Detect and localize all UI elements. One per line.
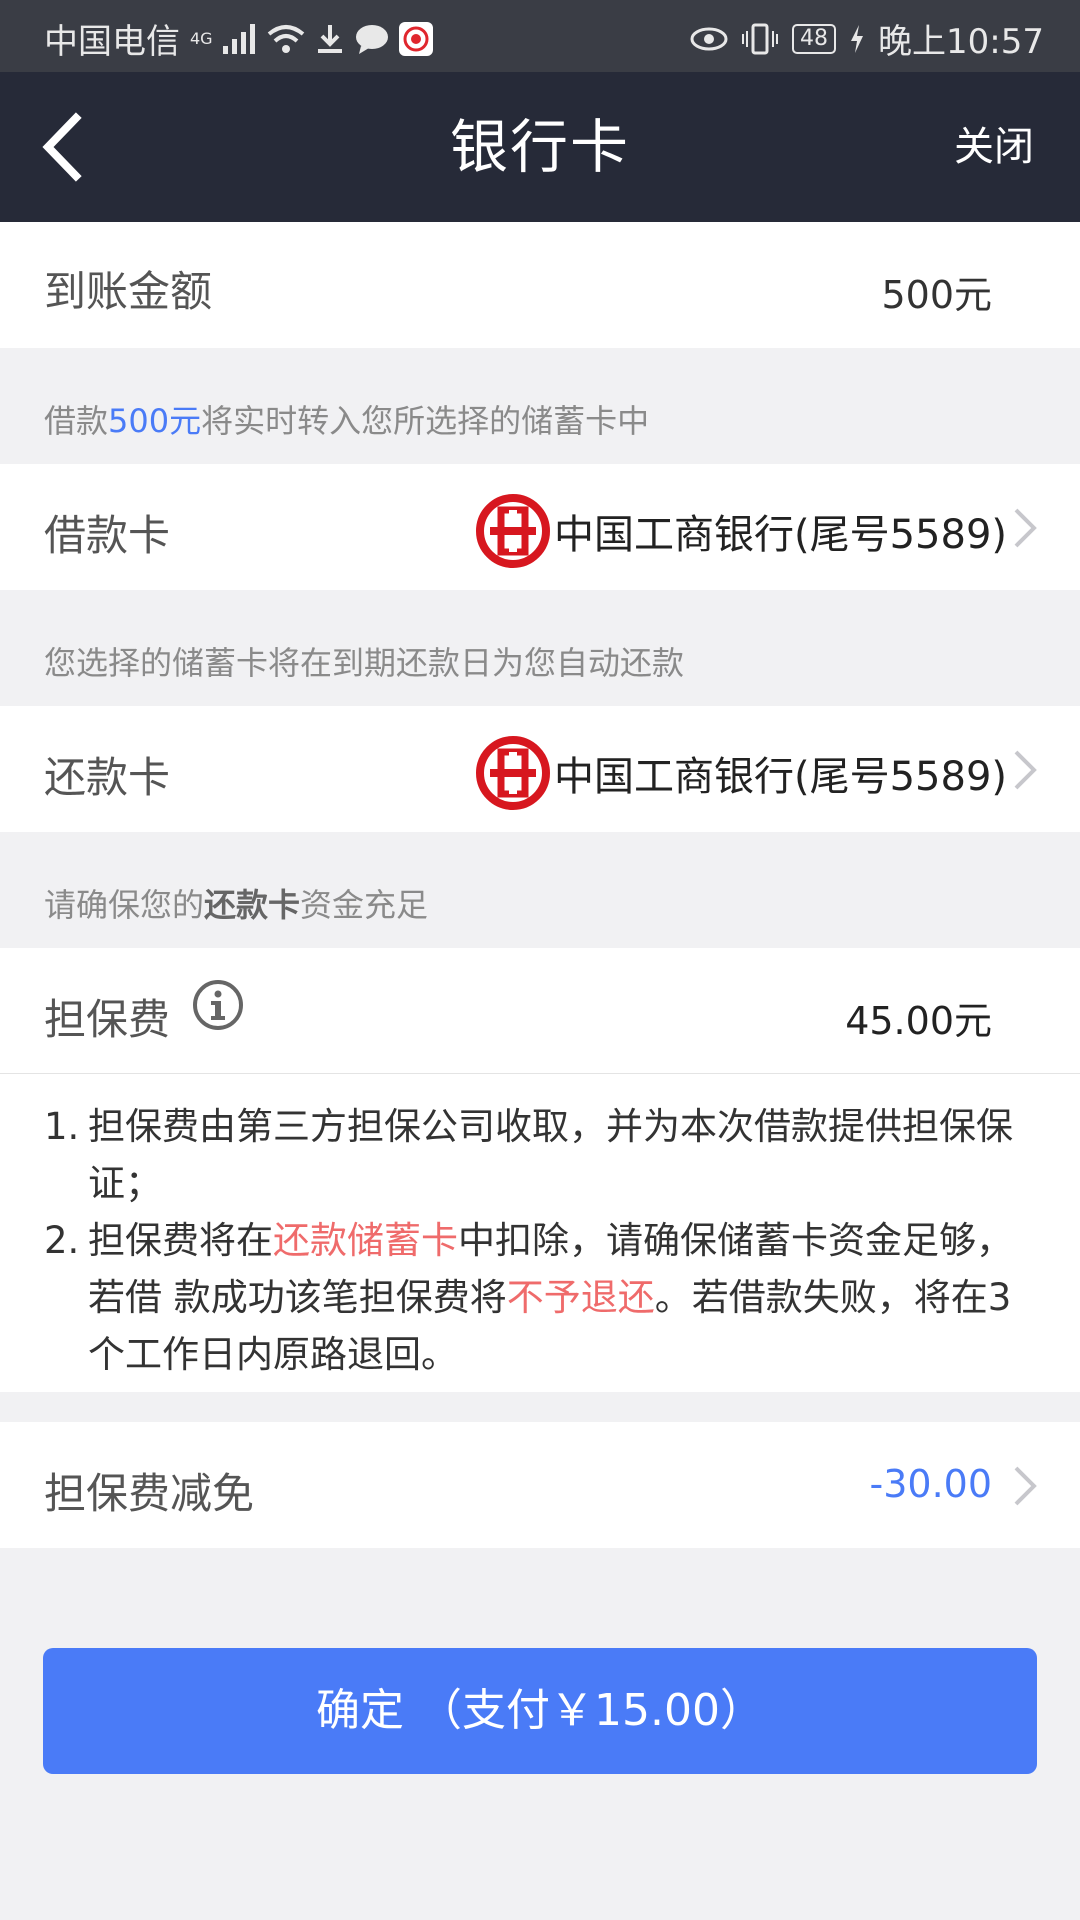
battery-level: 48 <box>792 23 837 54</box>
confirm-pay-button[interactable]: 确定 （支付￥15.00） <box>43 1648 1037 1774</box>
amount-row: 到账金额 500元 <box>0 222 1080 348</box>
chevron-right-icon <box>1014 508 1037 548</box>
info-icon[interactable] <box>192 979 244 1031</box>
transfer-amount-highlight: 500元 <box>108 402 202 440</box>
repay-note: 您选择的储蓄卡将在到期还款日为您自动还款 <box>44 644 685 682</box>
charging-icon <box>850 24 864 53</box>
repay-card-label: 还款卡 <box>44 753 171 802</box>
guarantee-fee-value: 45.00元 <box>845 999 992 1043</box>
fee-terms-list: 1. 担保费由第三方担保公司收取，并为本次借款提供担保保证； 2. 担保费将在还… <box>44 1098 1044 1383</box>
loan-bank-name: 中国工商银行(尾号5589) <box>554 512 1008 558</box>
amount-value: 500元 <box>881 273 992 317</box>
carrier-name: 中国电信 <box>44 22 180 62</box>
guarantee-fee-row: 担保费 45.00元 <box>0 948 1080 1073</box>
chevron-right-icon <box>1014 1466 1037 1506</box>
wifi-icon <box>267 24 305 54</box>
transfer-note: 借款500元将实时转入您所选择的储蓄卡中 <box>44 402 650 440</box>
clock: 晚上10:57 <box>878 22 1044 62</box>
message-icon <box>355 24 389 54</box>
fee-discount-row[interactable]: 担保费减免 -30.00 <box>0 1422 1080 1548</box>
fund-note: 请确保您的还款卡资金充足 <box>44 886 429 924</box>
fee-term-item: 2. 担保费将在还款储蓄卡中扣除，请确保储蓄卡资金足够，若借 款成功该笔担保费将… <box>44 1219 1013 1376</box>
repay-bank-name: 中国工商银行(尾号5589) <box>554 754 1008 800</box>
fee-discount-value: -30.00 <box>869 1462 993 1506</box>
repay-card-warning: 还款储蓄卡 <box>273 1219 458 1262</box>
icbc-logo-icon <box>476 736 550 810</box>
page-title: 银行卡 <box>449 113 630 181</box>
fee-term-item: 1. 担保费由第三方担保公司收取，并为本次借款提供担保保证； <box>44 1105 1013 1205</box>
non-refundable-warning: 不予退还 <box>506 1276 655 1319</box>
download-icon <box>315 23 345 55</box>
close-button[interactable]: 关闭 <box>954 72 1034 222</box>
loan-card-row[interactable]: 借款卡 中国工商银行(尾号5589) <box>0 464 1080 590</box>
fee-discount-label: 担保费减免 <box>44 1469 255 1518</box>
repay-card-row[interactable]: 还款卡 中国工商银行(尾号5589) <box>0 706 1080 832</box>
fund-note-bold: 还款卡 <box>204 886 301 924</box>
eye-icon <box>690 26 728 52</box>
loan-card-label: 借款卡 <box>44 511 171 560</box>
network-type: 4G <box>190 29 213 48</box>
status-bar: 中国电信 4G 48 晚上10:57 <box>0 0 1080 72</box>
chevron-right-icon <box>1014 750 1037 790</box>
fee-terms-box: 1. 担保费由第三方担保公司收取，并为本次借款提供担保保证； 2. 担保费将在还… <box>0 1073 1080 1392</box>
guarantee-fee-label: 担保费 <box>44 995 171 1044</box>
vibrate-icon <box>742 23 779 55</box>
icbc-logo-icon <box>476 494 550 568</box>
amount-label: 到账金额 <box>44 267 213 316</box>
signal-icon <box>222 23 257 54</box>
nav-bar: 银行卡 关闭 <box>0 72 1080 222</box>
app-notification-icon <box>398 21 433 56</box>
